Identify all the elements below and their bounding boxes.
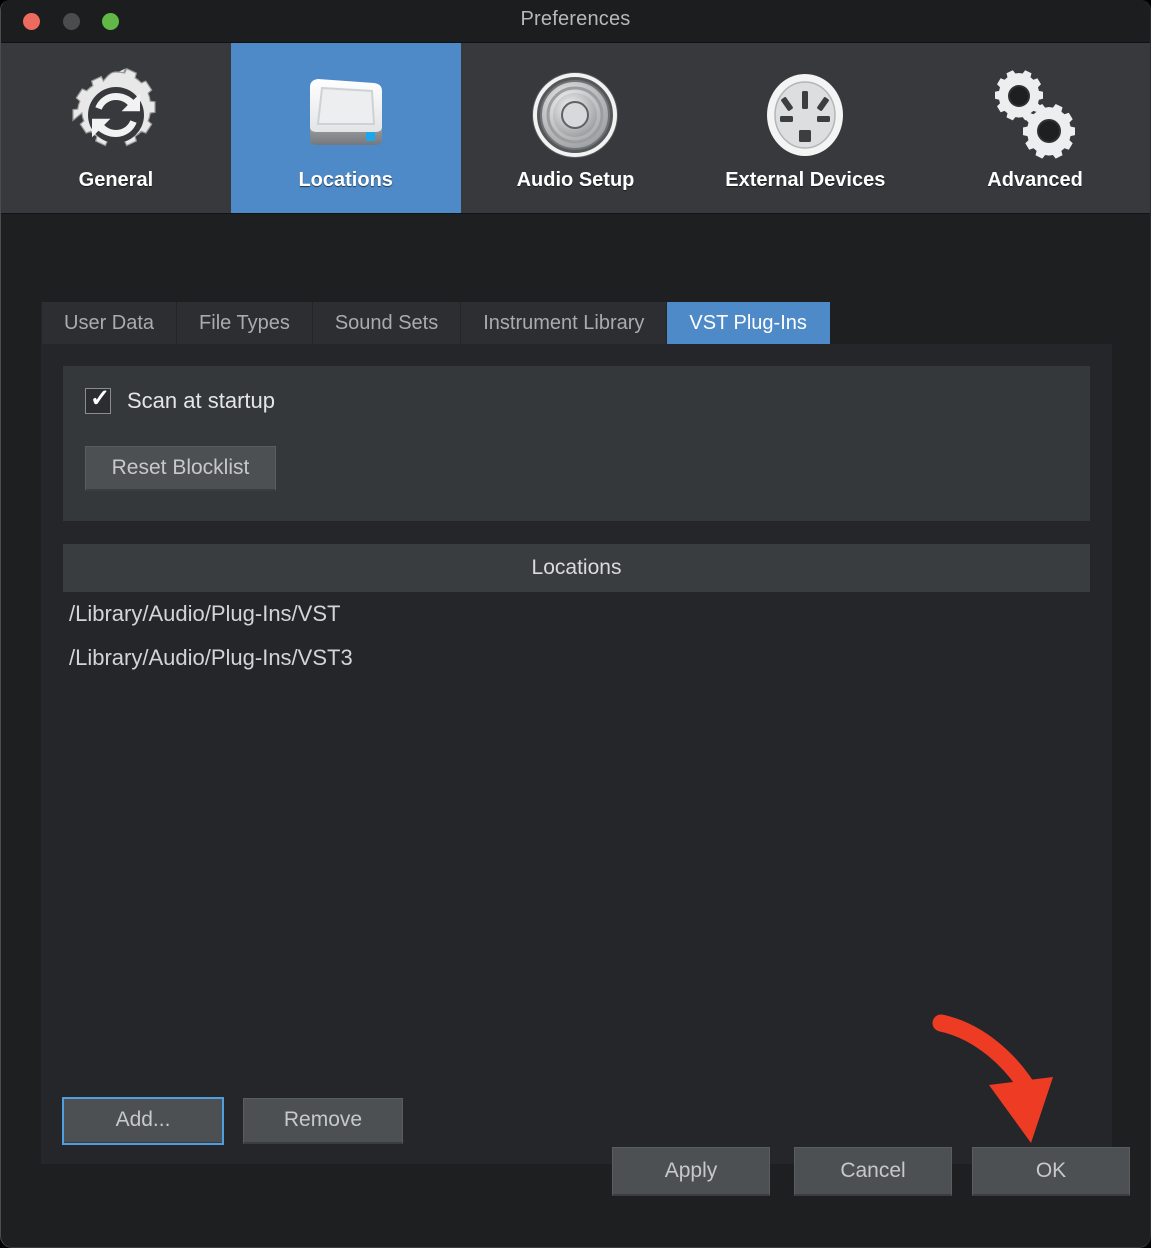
- locations-column-header: Locations: [63, 544, 1090, 592]
- toolbar-item-audio-setup[interactable]: Audio Setup: [461, 43, 691, 213]
- toolbar-item-label: External Devices: [725, 169, 886, 191]
- toolbar-item-label: Locations: [298, 169, 393, 191]
- toolbar-item-advanced[interactable]: Advanced: [920, 43, 1150, 213]
- list-item[interactable]: /Library/Audio/Plug-Ins/VST3: [63, 636, 1090, 680]
- speaker-driver-icon: [525, 65, 625, 165]
- preferences-window: Preferences General Locations Audio Setu…: [0, 0, 1151, 1248]
- reset-blocklist-button[interactable]: Reset Blocklist: [85, 446, 276, 491]
- checkmark-icon: ✓: [90, 385, 111, 412]
- toolbar-item-general[interactable]: General: [1, 43, 231, 213]
- window-title: Preferences: [520, 8, 631, 30]
- gear-refresh-icon: [66, 65, 166, 165]
- hard-drive-icon: [296, 65, 396, 165]
- scan-at-startup-checkbox[interactable]: ✓: [85, 385, 111, 414]
- toolbar-item-label: Audio Setup: [516, 169, 635, 191]
- toolbar-item-locations[interactable]: Locations: [230, 43, 461, 213]
- preferences-content: User Data File Types Sound Sets Instrume…: [1, 214, 1150, 1247]
- scan-at-startup-row[interactable]: ✓ Scan at startup: [85, 385, 275, 414]
- cancel-button[interactable]: Cancel: [794, 1147, 952, 1196]
- ok-button[interactable]: OK: [972, 1147, 1130, 1196]
- power-socket-icon: [755, 65, 855, 165]
- dialog-footer: Apply Cancel OK: [1, 1114, 1150, 1247]
- preferences-toolbar: General Locations Audio Setup External D…: [1, 43, 1150, 214]
- tab-instrument-library[interactable]: Instrument Library: [461, 302, 668, 344]
- list-item[interactable]: /Library/Audio/Plug-Ins/VST: [63, 592, 1090, 636]
- vst-plugins-panel: ✓ Scan at startup Reset Blocklist Locati…: [41, 344, 1112, 1164]
- tab-sound-sets[interactable]: Sound Sets: [312, 302, 462, 344]
- scan-at-startup-label: Scan at startup: [127, 388, 275, 413]
- toolbar-item-label: General: [78, 169, 154, 191]
- tab-vst-plug-ins[interactable]: VST Plug-Ins: [667, 302, 830, 344]
- toolbar-item-label: Advanced: [987, 169, 1083, 191]
- title-bar: Preferences: [1, 0, 1150, 43]
- tab-user-data[interactable]: User Data: [41, 302, 178, 344]
- locations-list[interactable]: /Library/Audio/Plug-Ins/VST /Library/Aud…: [63, 592, 1090, 1102]
- tab-bar: User Data File Types Sound Sets Instrume…: [41, 302, 830, 344]
- toolbar-item-external-devices[interactable]: External Devices: [690, 43, 920, 213]
- apply-button[interactable]: Apply: [612, 1147, 770, 1196]
- tab-file-types[interactable]: File Types: [177, 302, 313, 344]
- double-gears-icon: [985, 65, 1085, 165]
- scan-options-group: ✓ Scan at startup Reset Blocklist: [63, 366, 1090, 521]
